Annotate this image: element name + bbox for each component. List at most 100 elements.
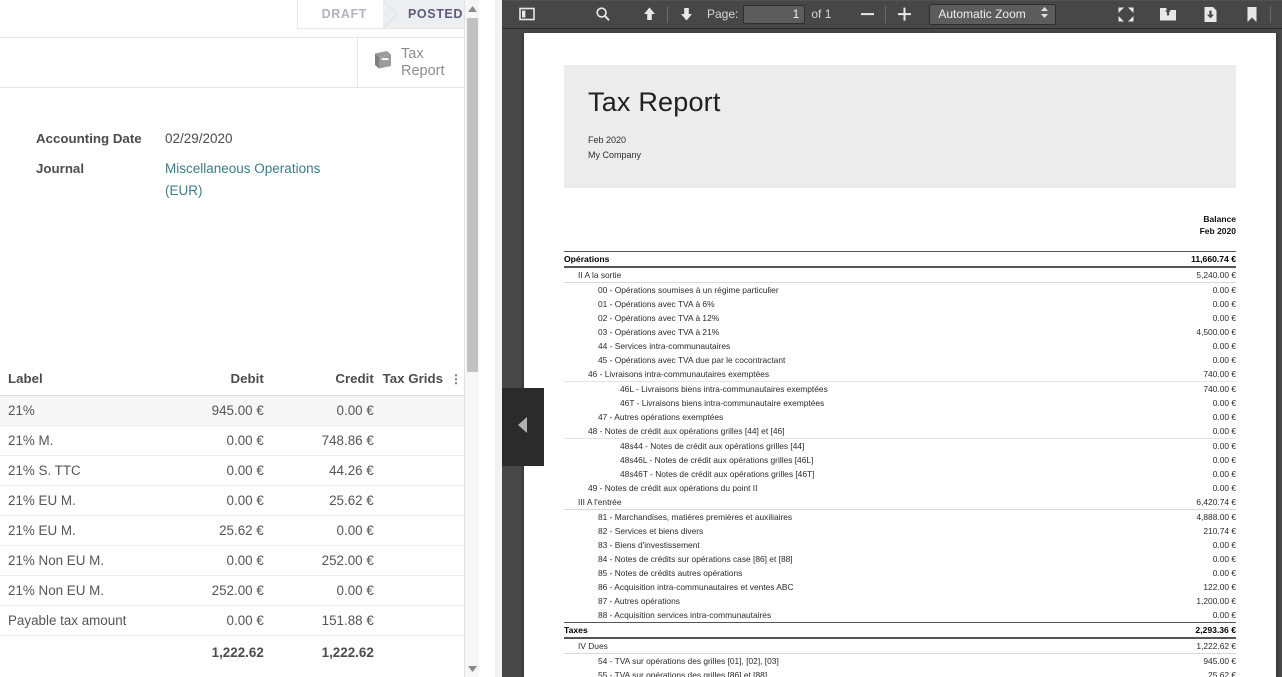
scroll-down-arrow-icon[interactable]	[465, 661, 479, 676]
fullscreen-icon[interactable]	[1112, 2, 1140, 27]
cell-credit[interactable]: 748.86 €	[264, 426, 374, 456]
download-icon[interactable]	[1196, 2, 1224, 27]
cell-label[interactable]: 21% S. TTC	[0, 456, 144, 486]
table-row[interactable]: 21% EU M.0.00 €25.62 €	[0, 486, 465, 516]
report-row: 88 - Acquisition services intra-communau…	[564, 608, 1236, 623]
zoom-level-select[interactable]: Automatic Zoom	[929, 4, 1055, 25]
field-accounting-date-value[interactable]: 02/29/2020	[165, 128, 233, 150]
report-row-name: 45 - Opérations avec TVA due par le coco…	[564, 353, 1138, 367]
page-count-label: of 1	[811, 7, 831, 21]
report-row-name: 48s46T - Notes de crédit aux opérations …	[564, 467, 1138, 481]
report-row-value: 4,500.00 €	[1138, 325, 1236, 339]
cell-debit[interactable]: 0.00 €	[144, 546, 264, 576]
cell-options	[447, 486, 465, 516]
column-header-debit[interactable]: Debit	[144, 363, 264, 396]
arrow-down-icon[interactable]	[672, 2, 700, 27]
page-label: Page:	[707, 7, 738, 21]
cell-debit[interactable]: 252.00 €	[144, 576, 264, 606]
table-row[interactable]: 21% EU M.25.62 €0.00 €	[0, 516, 465, 546]
cell-label[interactable]: 21% Non EU M.	[0, 546, 144, 576]
cell-debit[interactable]: 945.00 €	[144, 396, 264, 426]
report-row: 02 - Opérations avec TVA à 12%0.00 €	[564, 311, 1236, 325]
report-row-name: 86 - Acquisition intra-communautaires et…	[564, 580, 1138, 594]
table-row[interactable]: 21% S. TTC0.00 €44.26 €	[0, 456, 465, 486]
cell-tax-grids[interactable]	[374, 606, 447, 636]
column-header-credit[interactable]: Credit	[264, 363, 374, 396]
column-header-label[interactable]: Label	[0, 363, 144, 396]
panel-collapse-handle[interactable]	[502, 388, 544, 466]
cell-label[interactable]: 21% EU M.	[0, 516, 144, 546]
report-row: 45 - Opérations avec TVA due par le coco…	[564, 353, 1236, 367]
table-row[interactable]: 21% M.0.00 €748.86 €	[0, 426, 465, 456]
report-row-value: 5,240.00 €	[1138, 267, 1236, 283]
toolbar-divider	[667, 6, 668, 23]
cell-debit[interactable]: 25.62 €	[144, 516, 264, 546]
zoom-out-button[interactable]	[853, 2, 881, 27]
open-file-icon[interactable]	[1154, 2, 1182, 27]
balance-header-line2: Feb 2020	[564, 226, 1236, 238]
zoom-in-button[interactable]	[890, 2, 918, 27]
report-row: 48 - Notes de crédit aux opérations gril…	[564, 424, 1236, 439]
report-row-name: 48s44 - Notes de crédit aux opérations g…	[564, 439, 1138, 454]
table-row[interactable]: 21% Non EU M.0.00 €252.00 €	[0, 546, 465, 576]
report-row-name: 55 - TVA sur opérations des grilles [86]…	[564, 668, 1138, 677]
cell-credit[interactable]: 0.00 €	[264, 576, 374, 606]
status-step-draft[interactable]: DRAFT	[297, 0, 383, 28]
cell-debit[interactable]: 0.00 €	[144, 486, 264, 516]
cell-credit[interactable]: 0.00 €	[264, 516, 374, 546]
cell-tax-grids[interactable]	[374, 426, 447, 456]
report-row-name: 46T - Livraisons biens intra-communautai…	[564, 396, 1138, 410]
record-form-panel: DRAFT POSTED Tax Re	[0, 0, 479, 677]
report-row-value: 740.00 €	[1138, 382, 1236, 397]
cell-label[interactable]: 21% Non EU M.	[0, 576, 144, 606]
table-total-row: 1,222.621,222.62	[0, 636, 465, 668]
cell-credit[interactable]: 151.88 €	[264, 606, 374, 636]
report-row: 54 - TVA sur opérations des grilles [01]…	[564, 654, 1236, 669]
cell-label[interactable]: Payable tax amount	[0, 606, 144, 636]
cell-credit[interactable]: 252.00 €	[264, 546, 374, 576]
column-header-tax-grids[interactable]: Tax Grids	[374, 363, 447, 396]
table-row[interactable]: 21%945.00 €0.00 €	[0, 396, 465, 426]
report-row-value: 122.00 €	[1138, 580, 1236, 594]
kebab-menu-icon[interactable]: ⋮	[447, 363, 465, 396]
report-row: 86 - Acquisition intra-communautaires et…	[564, 580, 1236, 594]
report-row: III A l'entrée6,420.74 €	[564, 495, 1236, 510]
report-period: Feb 2020	[588, 134, 1212, 147]
report-row-value: 1,222.62 €	[1138, 638, 1236, 654]
left-panel-scrollbar[interactable]	[464, 0, 479, 677]
search-icon[interactable]	[589, 2, 617, 27]
cell-credit[interactable]: 44.26 €	[264, 456, 374, 486]
cell-tax-grids[interactable]	[374, 546, 447, 576]
cell-debit[interactable]: 0.00 €	[144, 606, 264, 636]
cell-credit[interactable]: 25.62 €	[264, 486, 374, 516]
arrow-up-icon[interactable]	[635, 2, 663, 27]
cell-tax-grids[interactable]	[374, 576, 447, 606]
table-row[interactable]: 21% Non EU M.252.00 €0.00 €	[0, 576, 465, 606]
field-journal-label: Journal	[0, 158, 165, 202]
cell-tax-grids[interactable]	[374, 486, 447, 516]
cell-tax-grids[interactable]	[374, 516, 447, 546]
sidebar-toggle-icon[interactable]	[513, 2, 541, 27]
scrollbar-thumb[interactable]	[467, 18, 478, 372]
report-row-name: 85 - Notes de crédits autres opérations	[564, 566, 1138, 580]
cell-credit[interactable]: 0.00 €	[264, 396, 374, 426]
cell-label[interactable]: 21% EU M.	[0, 486, 144, 516]
report-row-value: 0.00 €	[1138, 283, 1236, 298]
cell-debit[interactable]: 0.00 €	[144, 426, 264, 456]
cell-tax-grids[interactable]	[374, 396, 447, 426]
page-number-input[interactable]: 1	[743, 5, 805, 24]
table-row[interactable]: Payable tax amount0.00 €151.88 €	[0, 606, 465, 636]
field-journal-value[interactable]: Miscellaneous Operations (EUR)	[165, 158, 345, 202]
report-row-value: 0.00 €	[1138, 566, 1236, 580]
button-box: Tax Report	[0, 37, 465, 88]
report-row-name: IV Dues	[564, 638, 1138, 654]
bookmark-icon[interactable]	[1238, 2, 1266, 27]
cell-label[interactable]: 21% M.	[0, 426, 144, 456]
pdf-scroll-area[interactable]: Tax Report Feb 2020 My Company Balance F…	[502, 29, 1282, 677]
cell-tax-grids[interactable]	[374, 456, 447, 486]
scroll-up-arrow-icon[interactable]	[465, 1, 479, 16]
tax-report-button[interactable]: Tax Report	[357, 38, 465, 87]
cell-debit[interactable]: 0.00 €	[144, 456, 264, 486]
cell-label[interactable]: 21%	[0, 396, 144, 426]
panel-gutter	[495, 0, 502, 677]
